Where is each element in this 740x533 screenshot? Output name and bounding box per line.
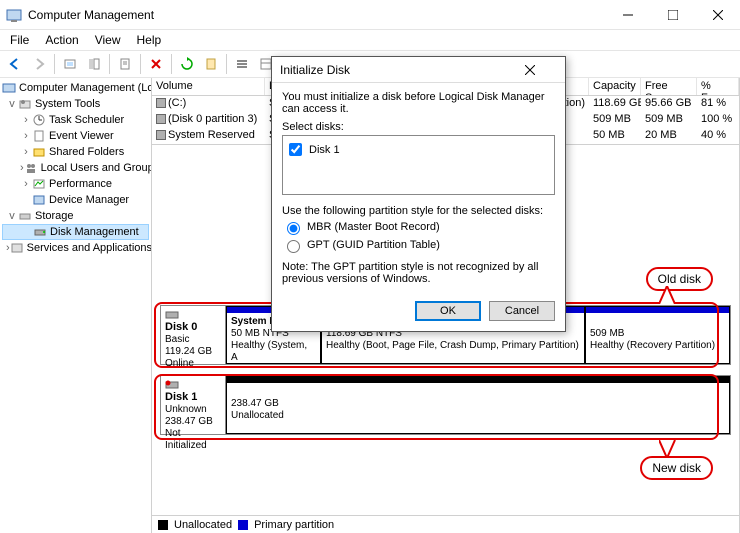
- callout-tail-icon: [659, 440, 679, 458]
- maximize-button[interactable]: [650, 0, 695, 29]
- menu-action[interactable]: Action: [39, 32, 84, 48]
- dialog-titlebar: Initialize Disk: [272, 57, 565, 83]
- col-volume[interactable]: Volume: [152, 78, 265, 95]
- delete-button[interactable]: [145, 53, 167, 75]
- disk-list[interactable]: Disk 1: [282, 135, 555, 195]
- tree-root[interactable]: Computer Management (Local: [2, 80, 149, 96]
- dialog-message: You must initialize a disk before Logica…: [282, 91, 555, 115]
- callout-new-disk-box: [154, 374, 719, 440]
- col-pctfree[interactable]: % Free: [697, 78, 739, 95]
- tree-perf[interactable]: ›Performance: [2, 176, 149, 192]
- list-button[interactable]: [231, 53, 253, 75]
- app-icon: [6, 7, 22, 23]
- dialog-note: Note: The GPT partition style is not rec…: [282, 261, 555, 285]
- menu-help[interactable]: Help: [131, 32, 168, 48]
- titlebar: Computer Management: [0, 0, 740, 30]
- disk1-checkbox[interactable]: Disk 1: [285, 140, 552, 159]
- close-button[interactable]: [695, 0, 740, 29]
- tree-systools[interactable]: vSystem Tools: [2, 96, 149, 112]
- select-disks-label: Select disks:: [282, 121, 555, 133]
- callout-old-disk: Old disk: [646, 267, 713, 291]
- ok-button[interactable]: OK: [415, 301, 481, 321]
- legend-unallocated: Unallocated: [174, 519, 232, 531]
- col-freespace[interactable]: Free Space: [641, 78, 697, 95]
- radio-gpt[interactable]: GPT (GUID Partition Table): [282, 237, 555, 253]
- menu-file[interactable]: File: [4, 32, 35, 48]
- tree-shared[interactable]: ›Shared Folders: [2, 144, 149, 160]
- radio-mbr[interactable]: MBR (Master Boot Record): [282, 219, 555, 235]
- legend-primary: Primary partition: [254, 519, 334, 531]
- tree-diskmgmt[interactable]: Disk Management: [2, 224, 149, 240]
- menubar: File Action View Help: [0, 30, 740, 50]
- dialog-close-button[interactable]: [525, 65, 565, 75]
- nav-tree: Computer Management (Local vSystem Tools…: [0, 78, 152, 533]
- properties-button[interactable]: [114, 53, 136, 75]
- settings-button[interactable]: [200, 53, 222, 75]
- callout-new-disk: New disk: [640, 456, 713, 480]
- tree-storage[interactable]: vStorage: [2, 208, 149, 224]
- legend: Unallocated Primary partition: [152, 515, 739, 533]
- initialize-disk-dialog: Initialize Disk You must initialize a di…: [271, 56, 566, 332]
- forward-button[interactable]: [28, 53, 50, 75]
- tree-devmgr[interactable]: Device Manager: [2, 192, 149, 208]
- show-hide-button[interactable]: [83, 53, 105, 75]
- tree-event[interactable]: ›Event Viewer: [2, 128, 149, 144]
- tree-services[interactable]: ›Services and Applications: [2, 240, 149, 256]
- col-capacity[interactable]: Capacity: [589, 78, 641, 95]
- tree-users[interactable]: ›Local Users and Groups: [2, 160, 149, 176]
- back-button[interactable]: [4, 53, 26, 75]
- up-button[interactable]: [59, 53, 81, 75]
- cancel-button[interactable]: Cancel: [489, 301, 555, 321]
- window-title: Computer Management: [28, 8, 154, 22]
- dialog-title: Initialize Disk: [280, 63, 350, 77]
- tree-task[interactable]: ›Task Scheduler: [2, 112, 149, 128]
- refresh-button[interactable]: [176, 53, 198, 75]
- minimize-button[interactable]: [605, 0, 650, 29]
- partition-style-label: Use the following partition style for th…: [282, 205, 555, 217]
- menu-view[interactable]: View: [89, 32, 127, 48]
- callout-tail-icon: [659, 286, 679, 304]
